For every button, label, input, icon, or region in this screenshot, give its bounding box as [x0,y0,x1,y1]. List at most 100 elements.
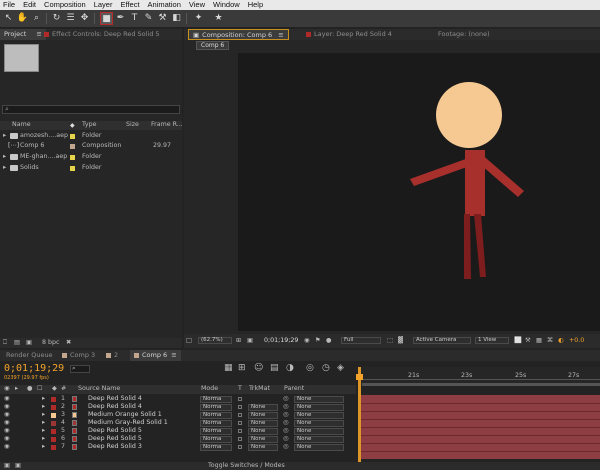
column-name[interactable]: Name [12,121,31,129]
tab-project[interactable]: Project ≡ [0,29,46,40]
timeline-search-input[interactable]: ⌕ [70,365,90,373]
time-ruler[interactable]: 21s 23s 25s 27s [358,367,600,386]
fast-previews-icon[interactable]: ⚒ [525,337,531,345]
parent-pickwhip-icon[interactable]: ◎ [283,411,289,419]
layer-mode-dropdown[interactable]: Norma [200,420,232,427]
preserve-transparency-checkbox[interactable] [238,397,242,401]
menu-window[interactable]: Window [213,0,240,10]
trkmat-dropdown[interactable]: None [248,412,278,419]
visibility-eye-icon[interactable]: ◉ [4,443,10,451]
layer-mode-dropdown[interactable]: Norma [200,412,232,419]
label-color-swatch[interactable] [70,134,75,139]
tab-comp-6[interactable]: Comp 6 ≡ [130,350,181,361]
visibility-eye-icon[interactable]: ◉ [4,435,10,443]
pen-tool-icon[interactable]: ✒ [114,12,127,25]
column-frame-rate[interactable]: Frame R... [151,121,183,129]
parent-dropdown[interactable]: None [294,420,344,427]
graph-editor-icon[interactable]: ◷ [322,363,330,373]
composition-viewer[interactable] [238,53,600,331]
work-area-bar[interactable] [362,383,600,386]
parent-pickwhip-icon[interactable]: ◎ [283,395,289,403]
menu-edit[interactable]: Edit [23,0,36,10]
expand-transfer-controls-icon[interactable]: ▣ [15,462,21,470]
parent-dropdown[interactable]: None [294,428,344,435]
trkmat-dropdown[interactable]: None [248,444,278,451]
exposure-value[interactable]: +0.0 [569,337,584,345]
parent-dropdown[interactable]: None [294,396,344,403]
tab-composition[interactable]: ▣ Composition: Comp 6 ≡ [188,29,289,40]
expand-arrow-icon[interactable]: ▸ [42,443,45,451]
label-color-swatch[interactable] [70,166,75,171]
magnification-dropdown[interactable]: (62.7%) [198,337,232,344]
layer-duration-bars[interactable] [361,395,600,459]
brainstorm-icon[interactable]: ◎ [306,363,314,373]
expand-arrow-icon[interactable]: ▸ [42,403,45,411]
menu-composition[interactable]: Composition [44,0,86,10]
trkmat-dropdown[interactable]: None [248,420,278,427]
project-item-row[interactable]: ▸ ME-ghan....aep Folder [0,152,182,162]
trash-icon[interactable]: ✖ [66,339,71,347]
label-color-swatch[interactable] [70,144,75,149]
label-color-swatch[interactable] [51,437,56,442]
expand-arrow-icon[interactable]: ▸ [42,435,45,443]
label-color-swatch[interactable] [51,413,56,418]
column-type[interactable]: Type [82,121,96,129]
show-snapshot-icon[interactable]: ⚑ [315,337,321,345]
label-color-swatch[interactable] [51,429,56,434]
layer-name[interactable]: Medium Orange Solid 1 [88,411,162,419]
visibility-eye-icon[interactable]: ◉ [4,411,10,419]
hide-shy-layers-icon[interactable]: ☺ [254,363,263,373]
playhead-handle[interactable] [356,374,363,380]
project-item-row[interactable]: [⋯] Comp 6 Composition 29.97 [0,141,182,151]
panel-menu-icon[interactable]: ≡ [278,31,283,39]
layer-name[interactable]: Deep Red Solid 3 [88,443,142,451]
pan-behind-tool-icon[interactable]: ✥ [78,12,91,25]
clone-stamp-tool-icon[interactable]: ⚒ [156,12,169,25]
column-trkmat[interactable]: TrkMat [249,385,270,393]
brush-tool-icon[interactable]: ✎ [142,12,155,25]
interpret-footage-icon[interactable]: ⎕ [3,339,7,347]
puppet-pin-tool-icon[interactable]: ★ [212,12,225,25]
hand-tool-icon[interactable]: ✋ [16,12,29,25]
parent-pickwhip-icon[interactable]: ◎ [283,443,289,451]
label-color-swatch[interactable] [51,397,56,402]
menu-animation[interactable]: Animation [148,0,181,10]
preserve-transparency-checkbox[interactable] [238,429,242,433]
layer-mode-dropdown[interactable]: Norma [200,428,232,435]
trkmat-dropdown[interactable]: None [248,428,278,435]
layer-name[interactable]: Deep Red Solid 5 [88,435,142,443]
trkmat-dropdown[interactable]: None [248,436,278,443]
exposure-icon[interactable]: ◐ [558,337,564,345]
rectangle-tool-icon[interactable]: ■ [100,12,113,25]
menu-effect[interactable]: Effect [120,0,139,10]
layer-mode-dropdown[interactable]: Norma [200,404,232,411]
channel-icon[interactable]: ● [326,337,332,345]
new-folder-icon[interactable]: ▤ [14,339,20,347]
type-tool-icon[interactable]: T [128,12,141,25]
panel-menu-icon[interactable]: ≡ [171,351,176,359]
layer-name[interactable]: Deep Red Solid 4 [88,395,142,403]
frame-blending-icon[interactable]: ▤ [270,363,279,373]
motion-blur-icon[interactable]: ◑ [286,363,294,373]
parent-pickwhip-icon[interactable]: ◎ [283,435,289,443]
parent-dropdown[interactable]: None [294,412,344,419]
transparency-grid-icon[interactable]: ▓ [398,337,403,345]
expand-layer-switches-icon[interactable]: ▣ [4,462,10,470]
column-parent[interactable]: Parent [284,385,304,393]
expand-arrow-icon[interactable]: ▸ [3,153,6,161]
layer-mode-dropdown[interactable]: Norma [200,396,232,403]
tab-render-queue[interactable]: Render Queue [2,350,57,361]
eraser-tool-icon[interactable]: ◧ [170,12,183,25]
trkmat-dropdown[interactable]: None [248,404,278,411]
preserve-transparency-checkbox[interactable] [238,405,242,409]
label-color-swatch[interactable] [51,421,56,426]
parent-pickwhip-icon[interactable]: ◎ [283,427,289,435]
parent-dropdown[interactable]: None [294,436,344,443]
column-source-name[interactable]: Source Name [78,385,120,393]
camera-dropdown[interactable]: Active Camera [413,337,471,344]
view-layout-dropdown[interactable]: 1 View [475,337,509,344]
snapshot-icon[interactable]: ◉ [304,337,310,345]
parent-dropdown[interactable]: None [294,444,344,451]
draft-3d-icon[interactable]: ⊞ [238,363,246,373]
composition-breadcrumb[interactable]: Comp 6 [196,41,230,50]
